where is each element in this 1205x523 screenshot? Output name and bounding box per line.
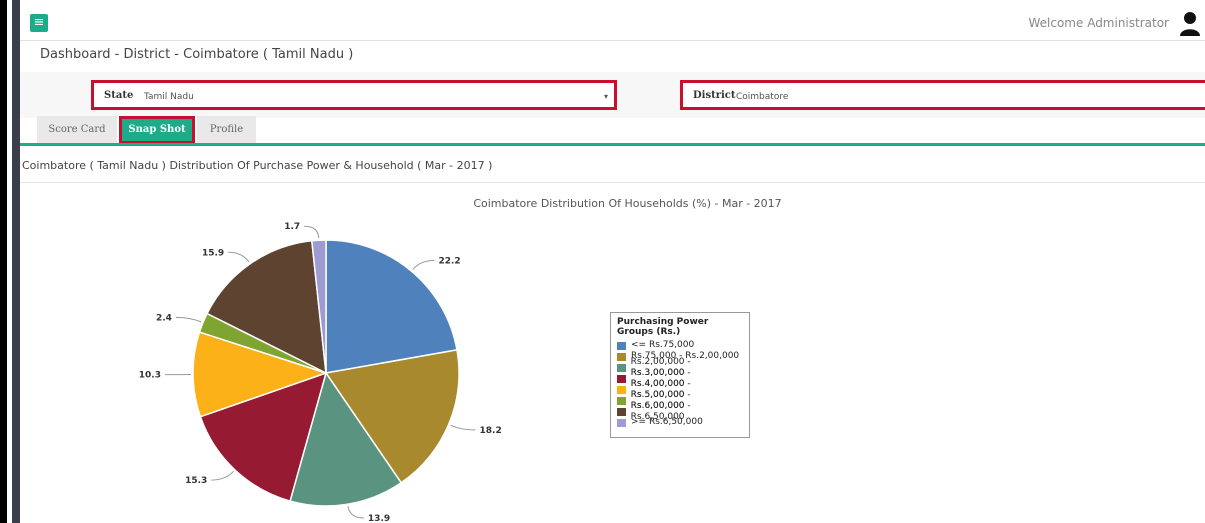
pie-chart: 22.2 18.2 13.9 15.3 10.3 2.4 15.9 1.7	[139, 222, 502, 523]
legend-item[interactable]: <= Rs.75,000	[617, 340, 743, 351]
chart-legend: Purchasing Power Groups (Rs.) <= Rs.75,0…	[610, 312, 750, 438]
legend-swatch	[617, 418, 626, 427]
legend-item[interactable]: Rs.6,00,000 - Rs.6,50,000	[617, 401, 743, 422]
legend-swatch	[617, 407, 626, 416]
leader-line	[175, 316, 202, 323]
legend-swatch	[617, 385, 626, 394]
leader-line	[412, 259, 435, 270]
leader-line	[211, 470, 234, 481]
legend-swatch	[617, 396, 626, 405]
slice-label: 1.7	[284, 222, 300, 232]
slice-label: 15.9	[202, 248, 224, 258]
leader-line	[450, 424, 476, 431]
slice-label: 15.3	[185, 476, 207, 486]
legend-swatch	[617, 352, 626, 361]
slice-label: 10.3	[139, 371, 161, 381]
slice-label: 18.2	[480, 426, 502, 436]
leader-line	[228, 251, 250, 263]
slice-label: 22.2	[438, 256, 460, 266]
legend-swatch	[617, 341, 626, 350]
slice-label: 13.9	[368, 514, 390, 523]
legend-label: <= Rs.75,000	[631, 340, 695, 350]
slice-label: 2.4	[156, 313, 172, 323]
leader-line	[347, 506, 364, 519]
legend-swatch	[617, 363, 626, 372]
leader-line	[304, 225, 320, 239]
legend-title: Purchasing Power Groups (Rs.)	[617, 317, 709, 337]
legend-swatch	[617, 374, 626, 383]
legend-label: >= Rs.6,50,000	[631, 417, 703, 427]
